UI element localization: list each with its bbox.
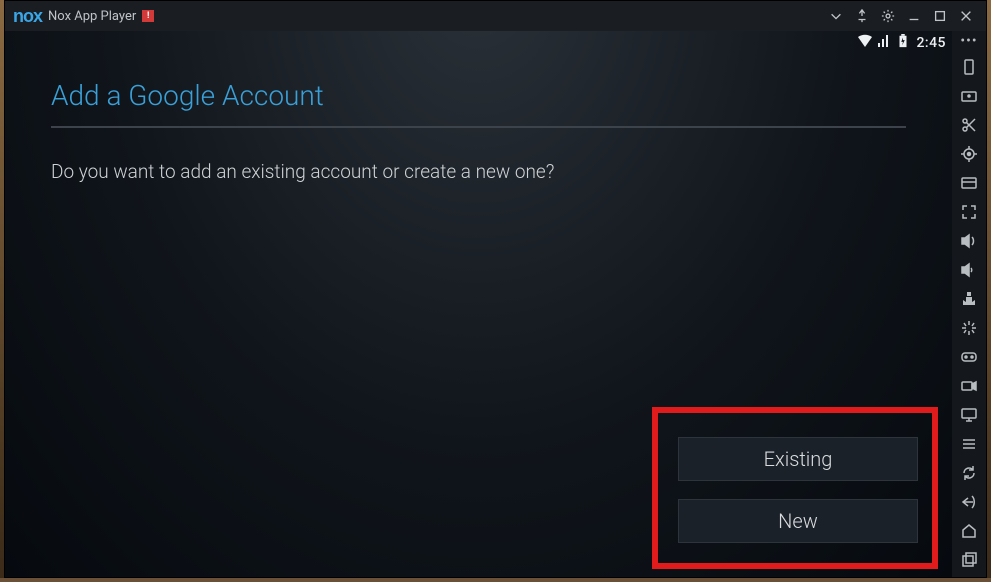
volume-down-icon[interactable] — [957, 261, 981, 279]
android-back-icon[interactable] — [957, 493, 981, 511]
signal-icon — [876, 34, 892, 52]
location-icon[interactable] — [957, 145, 981, 163]
android-recent-icon[interactable] — [957, 551, 981, 569]
my-computer-icon[interactable] — [957, 406, 981, 424]
new-account-button[interactable]: New — [678, 499, 918, 543]
full-portrait-icon[interactable] — [957, 58, 981, 76]
existing-account-button[interactable]: Existing — [678, 437, 918, 481]
controller-icon[interactable] — [957, 348, 981, 366]
desktop-background-right — [987, 0, 991, 582]
scissors-icon[interactable] — [957, 116, 981, 134]
nox-logo: nox — [13, 6, 42, 27]
apk-install-icon[interactable] — [957, 290, 981, 308]
screenshot-icon[interactable] — [957, 174, 981, 192]
rotate-icon[interactable] — [957, 464, 981, 482]
battery-charging-icon — [895, 34, 911, 52]
window-title: Nox App Player — [48, 9, 136, 24]
minimize-icon[interactable] — [902, 4, 926, 28]
video-record-icon[interactable] — [957, 377, 981, 395]
titlebar: nox Nox App Player ! — [5, 1, 986, 31]
wifi-icon — [857, 34, 873, 52]
maximize-icon[interactable] — [928, 4, 952, 28]
alert-badge-icon[interactable]: ! — [142, 10, 154, 22]
heading-divider — [51, 126, 906, 128]
android-screen: 2:45 Add a Google Account Do you want to… — [5, 31, 952, 577]
desktop-background-bottom — [0, 578, 991, 582]
status-clock: 2:45 — [916, 35, 946, 51]
nox-app-window: nox Nox App Player ! 2:45 Add a Google A… — [4, 0, 987, 578]
android-home-icon[interactable] — [957, 522, 981, 540]
more-icon[interactable]: ••• — [960, 37, 977, 47]
close-icon[interactable] — [954, 4, 978, 28]
volume-up-icon[interactable] — [957, 232, 981, 250]
account-choice-buttons: Existing New — [664, 417, 932, 563]
all-apps-icon[interactable] — [957, 435, 981, 453]
settings-gear-icon[interactable] — [876, 4, 900, 28]
prompt-text: Do you want to add an existing account o… — [51, 160, 906, 183]
android-statusbar: 2:45 — [5, 31, 952, 55]
nox-sidebar: ••• — [952, 31, 986, 577]
add-account-content: Add a Google Account Do you want to add … — [5, 55, 952, 577]
page-title: Add a Google Account — [51, 79, 906, 126]
fullscreen-icon[interactable] — [957, 203, 981, 221]
dropdown-icon[interactable] — [824, 4, 848, 28]
pin-icon[interactable] — [850, 4, 874, 28]
shake-icon[interactable] — [957, 319, 981, 337]
keyboard-mapping-icon[interactable] — [957, 87, 981, 105]
